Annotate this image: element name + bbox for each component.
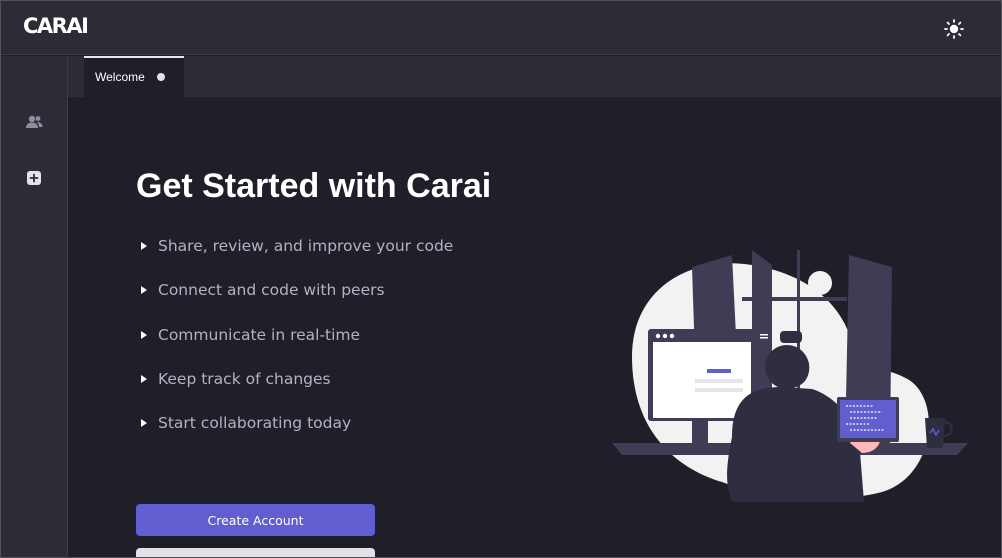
app-logo: CARAI [23,14,89,38]
caret-right-icon [141,330,147,339]
welcome-panel: Get Started with Carai Share, review, an… [69,97,1001,557]
plus-square-icon[interactable] [23,167,45,189]
users-icon[interactable] [23,111,45,133]
caret-right-icon [141,419,147,428]
secondary-button[interactable] [136,548,375,557]
sun-icon[interactable] [941,16,967,42]
sidebar [1,56,68,557]
tab-label: Welcome [95,70,145,84]
page-title: Get Started with Carai [136,167,492,205]
caret-right-icon [141,374,147,383]
app-window: CARAI Welcome Get Started with Carai Sha… [0,0,1002,558]
developer-illustration [612,247,972,512]
top-bar: CARAI [1,1,1001,55]
tab-welcome[interactable]: Welcome [84,56,184,97]
feature-text: Keep track of changes [158,369,331,388]
caret-right-icon [141,242,147,250]
feature-text: Start collaborating today [158,414,352,433]
feature-text: Share, review, and improve your code [158,237,454,255]
feature-text: Communicate in real-time [158,325,361,344]
caret-right-icon [141,286,147,295]
tab-bar: Welcome [68,56,1001,97]
create-account-button[interactable]: Create Account [136,504,375,536]
feature-text: Connect and code with peers [158,281,385,300]
unsaved-dot-icon [157,73,165,81]
